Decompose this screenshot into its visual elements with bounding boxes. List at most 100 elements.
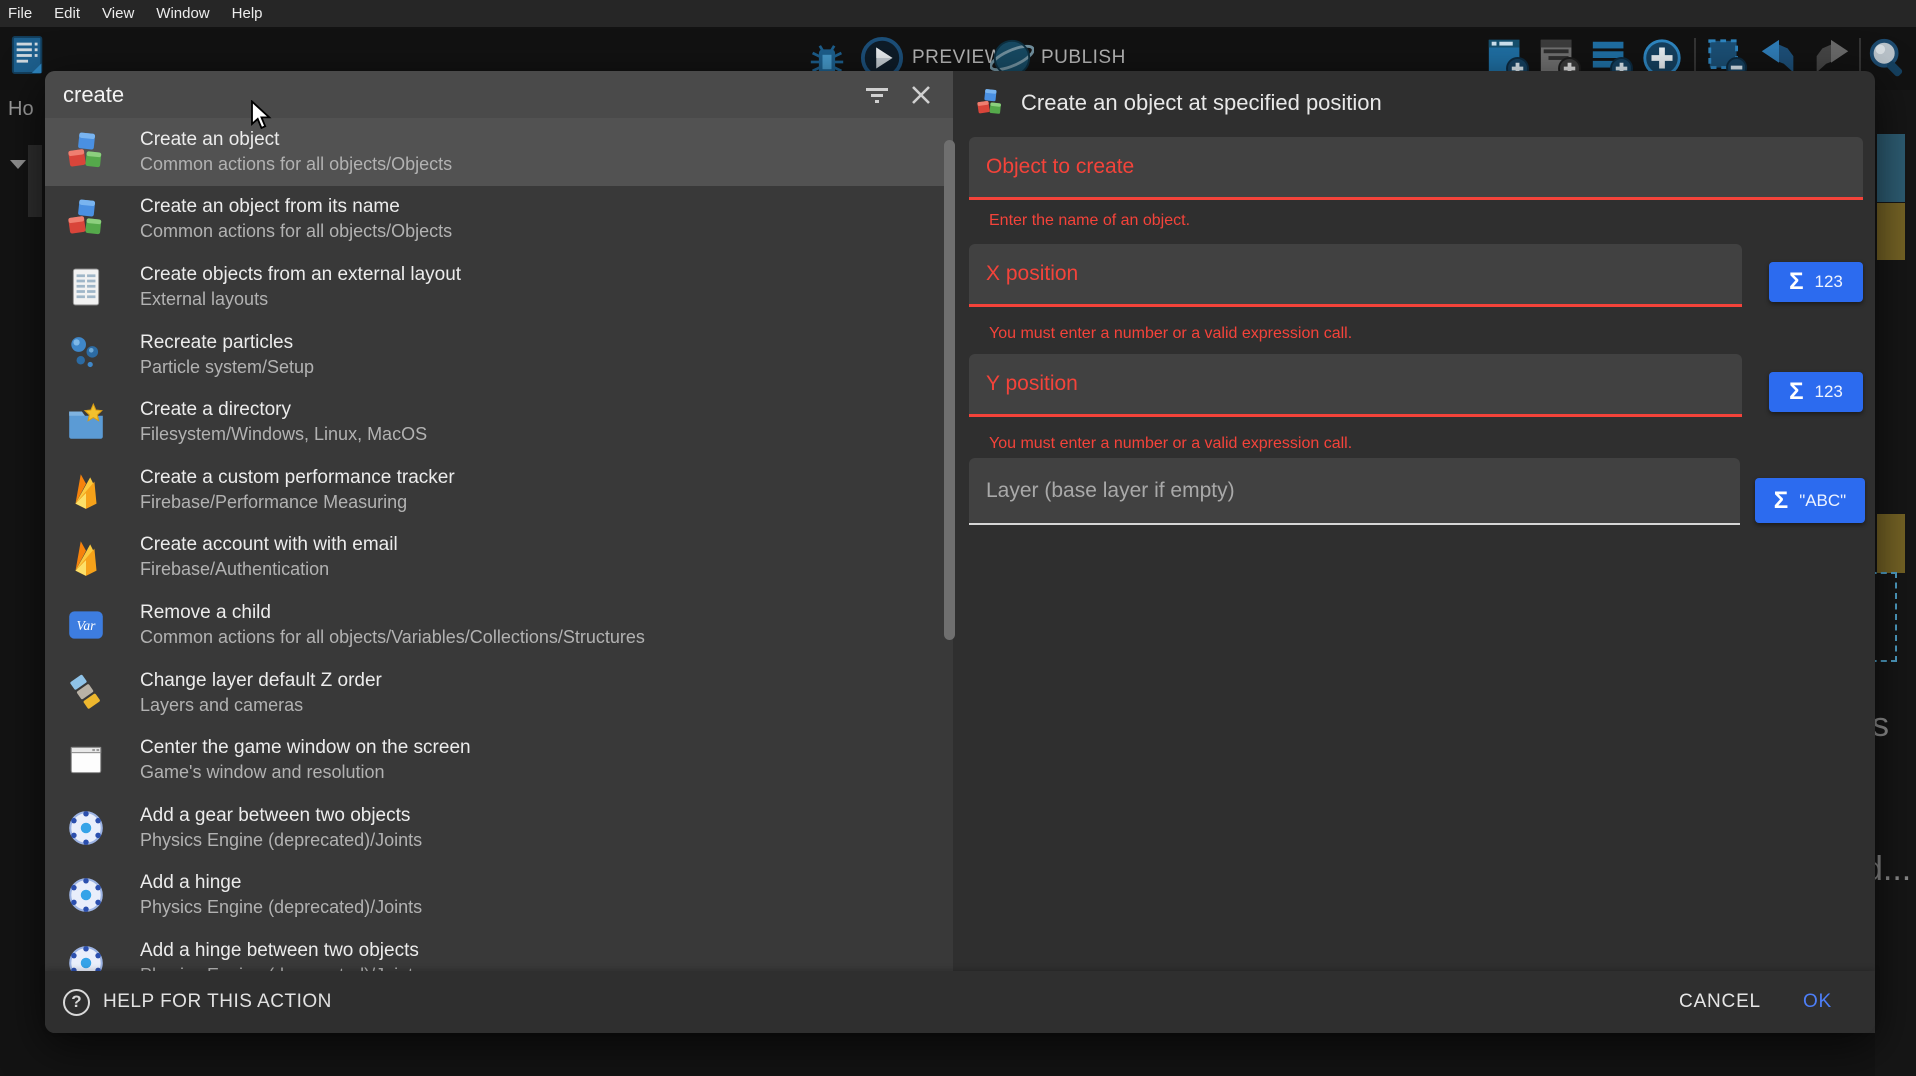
- scene-object-fragment: [1877, 203, 1905, 260]
- help-icon: ?: [63, 989, 90, 1016]
- list-item-title: Center the game window on the screen: [140, 735, 471, 760]
- directory-icon: [65, 401, 107, 443]
- dialog-footer: ? HELP FOR THIS ACTION CANCEL OK: [45, 971, 1875, 1033]
- instruction-editor-dialog: create Create an object Common actions f…: [45, 71, 1875, 1033]
- app-window: File Edit View Window Help PREVIEW PUBLI…: [0, 0, 1916, 1076]
- action-config-panel: Create an object at specified position O…: [953, 71, 1875, 1033]
- list-item-subtitle: Physics Engine (deprecated)/Joints: [140, 963, 422, 971]
- publish-label[interactable]: PUBLISH: [1041, 47, 1126, 69]
- y-position-field[interactable]: Y position: [969, 354, 1742, 417]
- filter-icon[interactable]: [863, 81, 891, 109]
- objects-icon: [975, 88, 1005, 118]
- expression-type-label: 123: [1815, 272, 1843, 292]
- list-item[interactable]: Change layer default Z order Layers and …: [45, 659, 953, 727]
- physics-icon: [65, 807, 107, 849]
- list-item[interactable]: Create a custom performance tracker Fire…: [45, 456, 953, 524]
- list-item[interactable]: Add a hinge between two objects Physics …: [45, 929, 953, 971]
- list-item[interactable]: Create an object Common actions for all …: [45, 118, 953, 186]
- physics-icon: [65, 874, 107, 916]
- list-item-subtitle: Common actions for all objects/Objects: [140, 152, 452, 177]
- list-item-title: Add a hinge between two objects: [140, 938, 422, 963]
- field-error-text: Enter the name of an object.: [989, 212, 1190, 230]
- list-item-subtitle: Physics Engine (deprecated)/Joints: [140, 828, 422, 853]
- cancel-button[interactable]: CANCEL: [1679, 991, 1761, 1013]
- list-item-subtitle: Firebase/Performance Measuring: [140, 490, 455, 515]
- external-layout-icon: [65, 266, 107, 308]
- menu-file[interactable]: File: [8, 5, 32, 22]
- list-item-title: Add a gear between two objects: [140, 803, 422, 828]
- list-item-title: Create an object: [140, 127, 452, 152]
- list-item[interactable]: Center the game window on the screen Gam…: [45, 726, 953, 794]
- list-item[interactable]: Create an object from its name Common ac…: [45, 186, 953, 254]
- list-item[interactable]: Create a directory Filesystem/Windows, L…: [45, 388, 953, 456]
- firebase-icon: [65, 469, 107, 511]
- x-expression-button[interactable]: Σ 123: [1769, 262, 1863, 302]
- list-item-title: Create a custom performance tracker: [140, 465, 455, 490]
- list-scrollbar[interactable]: [944, 140, 955, 640]
- list-item-subtitle: Common actions for all objects/Variables…: [140, 625, 645, 650]
- list-item-title: Add a hinge: [140, 870, 422, 895]
- list-item-subtitle: Layers and cameras: [140, 693, 382, 718]
- objects-icon: [65, 131, 107, 173]
- firebase-icon: [65, 536, 107, 578]
- ok-button[interactable]: OK: [1803, 991, 1832, 1013]
- field-placeholder: Layer (base layer if empty): [986, 479, 1235, 503]
- close-icon[interactable]: [907, 81, 935, 109]
- chevron-down-icon[interactable]: [10, 160, 26, 169]
- panel-title: Create an object at specified position: [1021, 90, 1382, 116]
- physics-icon: [65, 942, 107, 971]
- window-icon: [65, 739, 107, 781]
- list-item-title: Create a directory: [140, 397, 427, 422]
- list-item-subtitle: Filesystem/Windows, Linux, MacOS: [140, 422, 427, 447]
- menu-edit[interactable]: Edit: [54, 5, 80, 22]
- objects-icon: [65, 198, 107, 240]
- list-item[interactable]: Create objects from an external layout E…: [45, 253, 953, 321]
- particles-icon: [65, 334, 107, 376]
- list-item-subtitle: Common actions for all objects/Objects: [140, 219, 452, 244]
- menu-help[interactable]: Help: [232, 5, 263, 22]
- layers-icon: [65, 672, 107, 714]
- list-item-title: Create an object from its name: [140, 194, 452, 219]
- list-item[interactable]: Create account with with email Firebase/…: [45, 524, 953, 592]
- list-item-subtitle: Game's window and resolution: [140, 760, 471, 785]
- field-error-text: You must enter a number or a valid expre…: [989, 325, 1352, 343]
- expression-type-label: 123: [1815, 382, 1843, 402]
- list-item-subtitle: External layouts: [140, 287, 461, 312]
- svg-text:Var: Var: [77, 618, 97, 633]
- layer-expression-button[interactable]: Σ "ABC": [1755, 478, 1865, 523]
- menu-window[interactable]: Window: [156, 5, 209, 22]
- x-position-field[interactable]: X position: [969, 244, 1742, 307]
- list-item-title: Remove a child: [140, 600, 645, 625]
- menu-view[interactable]: View: [102, 5, 134, 22]
- home-tab-clipped[interactable]: Ho: [8, 98, 34, 121]
- layer-field[interactable]: Layer (base layer if empty): [969, 458, 1740, 525]
- sigma-icon: Σ: [1789, 270, 1803, 294]
- instruction-search-panel: create Create an object Common actions f…: [45, 71, 953, 1033]
- expression-type-label: "ABC": [1799, 491, 1846, 511]
- field-placeholder: Object to create: [986, 155, 1134, 179]
- list-item-subtitle: Physics Engine (deprecated)/Joints: [140, 895, 422, 920]
- object-to-create-field[interactable]: Object to create: [969, 137, 1863, 200]
- sigma-icon: Σ: [1774, 489, 1788, 513]
- search-bar[interactable]: create: [45, 71, 953, 118]
- variable-icon: Var: [65, 604, 107, 646]
- help-label: HELP FOR THIS ACTION: [103, 991, 332, 1013]
- help-for-action-button[interactable]: ? HELP FOR THIS ACTION: [63, 989, 332, 1016]
- list-item[interactable]: Add a gear between two objects Physics E…: [45, 794, 953, 862]
- list-item[interactable]: Add a hinge Physics Engine (deprecated)/…: [45, 862, 953, 930]
- list-item-title: Create objects from an external layout: [140, 262, 461, 287]
- list-item-subtitle: Particle system/Setup: [140, 355, 314, 380]
- list-item[interactable]: Var Remove a child Common actions for al…: [45, 591, 953, 659]
- y-expression-button[interactable]: Σ 123: [1769, 372, 1863, 412]
- list-item-title: Change layer default Z order: [140, 668, 382, 693]
- search-icon[interactable]: [1866, 36, 1910, 80]
- field-error-text: You must enter a number or a valid expre…: [989, 435, 1352, 453]
- scene-scrollbar-fragment: [1877, 134, 1905, 202]
- list-item-title: Recreate particles: [140, 330, 314, 355]
- list-item[interactable]: Recreate particles Particle system/Setup: [45, 321, 953, 389]
- list-item-title: Create account with with email: [140, 532, 398, 557]
- sigma-icon: Σ: [1789, 380, 1803, 404]
- search-input[interactable]: create: [63, 82, 847, 108]
- field-placeholder: Y position: [986, 372, 1078, 396]
- project-manager-icon[interactable]: [10, 32, 48, 78]
